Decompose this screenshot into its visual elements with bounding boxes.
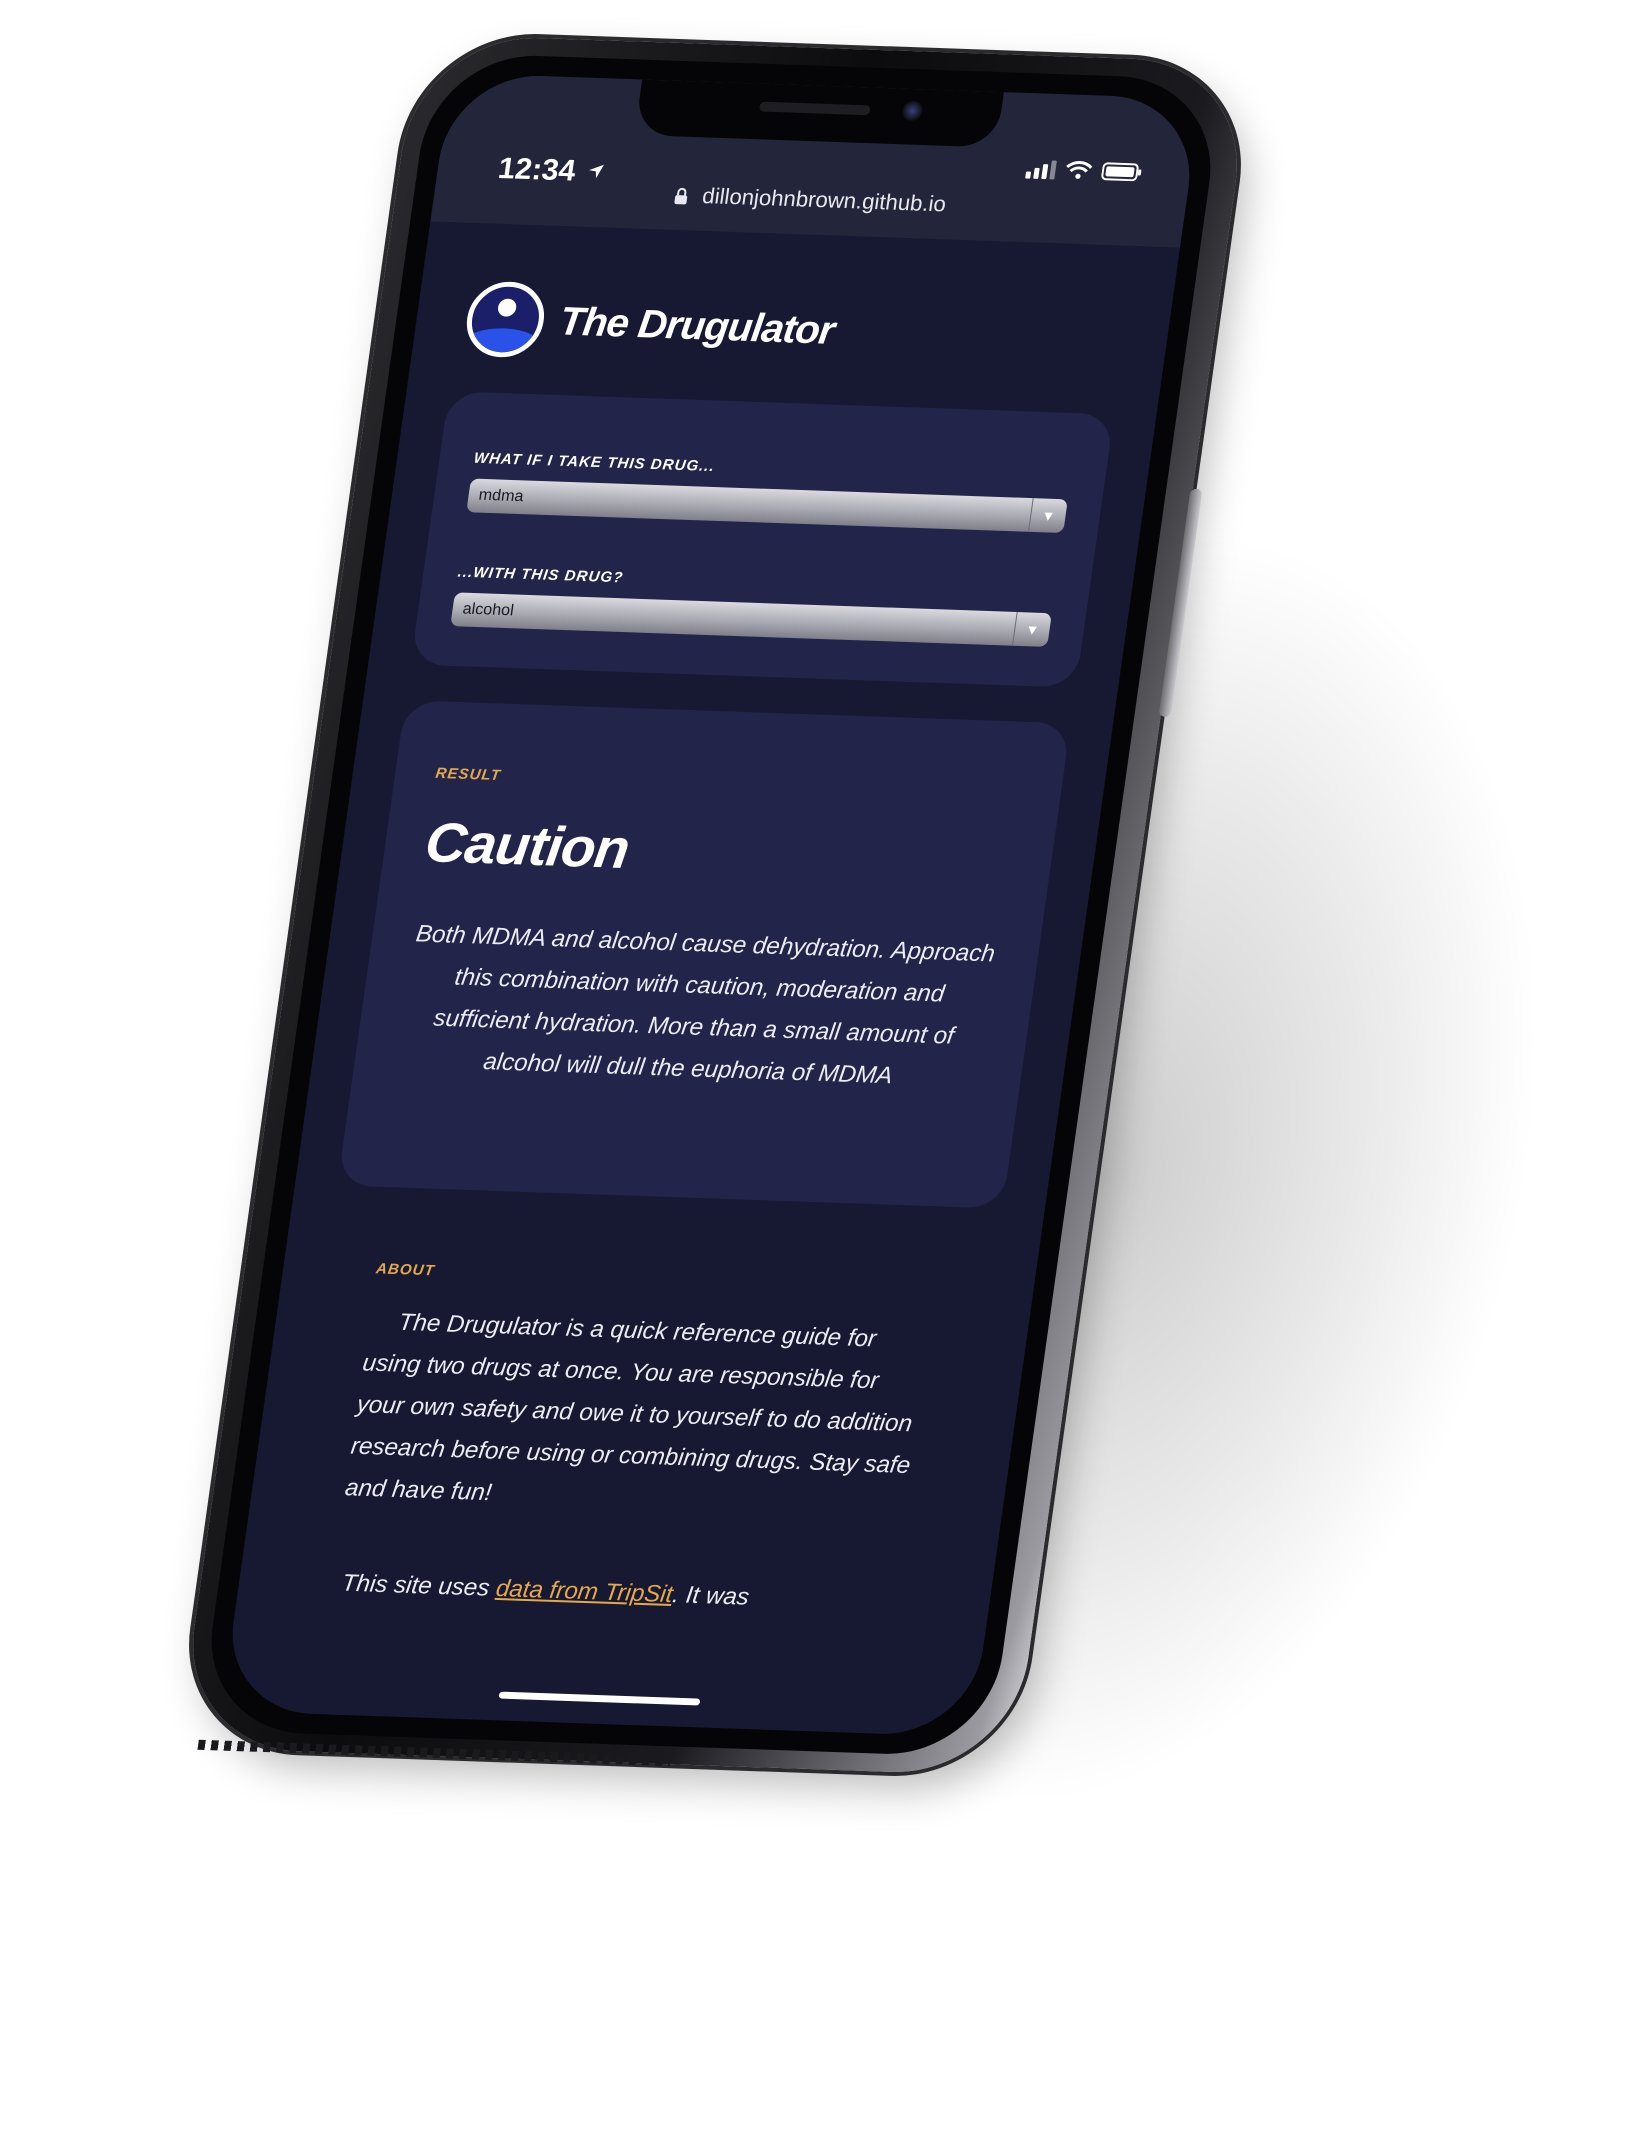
footer-text: This site uses data from TripSit. It was — [329, 1562, 900, 1623]
result-eyebrow: RESULT — [434, 764, 502, 785]
battery-icon — [1101, 161, 1144, 182]
url-text: dillonjohnbrown.github.io — [700, 183, 948, 217]
chevron-down-icon: ▼ — [1027, 498, 1068, 534]
brand-title: The Drugulator — [556, 299, 837, 353]
status-bar: 12:34 dillonjohnbrown.github.io — [430, 72, 1201, 248]
logo-icon — [461, 280, 549, 359]
brand-header[interactable]: The Drugulator — [461, 280, 1130, 379]
about-description: The Drugulator is a quick reference guid… — [343, 1308, 914, 1507]
signal-icon — [1025, 159, 1057, 179]
footer-suffix: . It was — [670, 1581, 751, 1611]
drug1-value: mdma — [477, 486, 525, 506]
notch — [634, 79, 1004, 148]
drug-selection-card: WHAT IF I TAKE THIS DRUG... mdma ▼ ...WI… — [410, 391, 1115, 688]
status-icons — [1025, 159, 1143, 183]
lock-icon — [673, 187, 690, 205]
result-card: RESULT Caution Both MDMA and alcohol cau… — [337, 700, 1071, 1209]
url-bar[interactable]: dillonjohnbrown.github.io — [433, 174, 1186, 226]
result-title: Caution — [421, 810, 633, 880]
chevron-down-icon: ▼ — [1011, 612, 1052, 647]
drug2-select[interactable]: alcohol ▼ — [450, 592, 1052, 647]
tripsit-link[interactable]: data from TripSit — [494, 1575, 674, 1608]
drug1-select[interactable]: mdma ▼ — [466, 478, 1068, 534]
about-section: ABOUT The Drugulator is a quick referenc… — [279, 1185, 1003, 1625]
footer-prefix: This site uses — [340, 1569, 499, 1602]
about-eyebrow: ABOUT — [374, 1260, 436, 1280]
wifi-icon — [1064, 160, 1093, 181]
location-icon — [587, 163, 605, 179]
device-mockup: 12:34 dillonjohnbrown.github.io The Drug… — [0, 0, 1634, 2134]
drug2-value: alcohol — [461, 600, 515, 620]
speaker — [758, 101, 871, 116]
camera-icon — [901, 100, 924, 122]
result-description: Both MDMA and alcohol cause dehydration.… — [414, 920, 997, 1090]
